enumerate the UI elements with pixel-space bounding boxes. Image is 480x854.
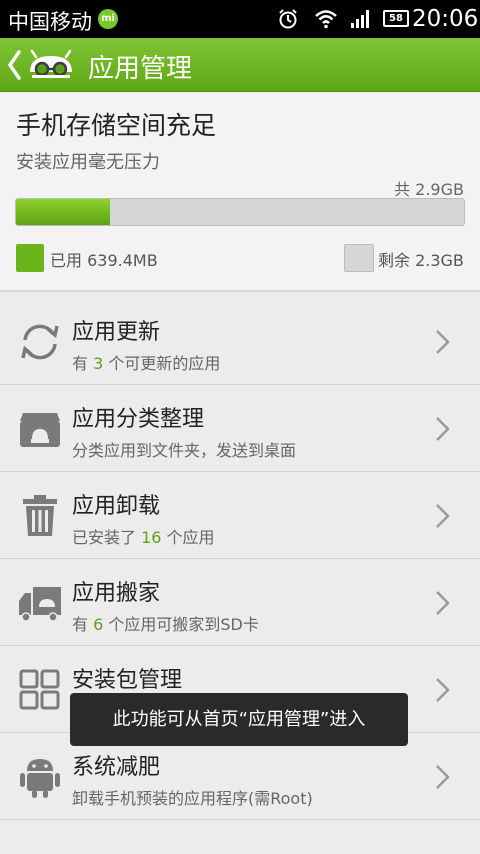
storage-total: 共 2.9GB xyxy=(394,180,464,199)
signal-icon xyxy=(351,10,369,28)
menu-item-label: 应用更新 xyxy=(72,320,161,345)
used-legend-swatch xyxy=(16,244,44,272)
page-title: 应用管理 xyxy=(88,54,193,84)
menu-item-label: 应用分类整理 xyxy=(72,407,205,432)
app-logo-icon xyxy=(30,49,72,78)
back-button[interactable] xyxy=(2,38,82,92)
truck-icon xyxy=(19,587,61,622)
menu-item-app-uninstall[interactable]: 应用卸载 已安装了 16 个应用 xyxy=(0,472,480,559)
menu-item-app-move[interactable]: 应用搬家 有 6 个应用可搬家到SD卡 xyxy=(0,559,480,646)
menu-item-label: 系统减肥 xyxy=(72,755,161,780)
chevron-right-icon xyxy=(436,417,450,441)
menu-item-desc: 有 6 个应用可搬家到SD卡 xyxy=(72,615,259,634)
android-icon xyxy=(20,759,60,798)
menu-item-system-slim[interactable]: 系统减肥 卸载手机预装的应用程序(需Root) xyxy=(0,733,480,820)
storage-summary: 手机存储空间充足 安装应用毫无压力 共 2.9GB 已用 639.4MB 剩余 … xyxy=(0,92,480,292)
menu-item-label: 安装包管理 xyxy=(72,668,183,693)
chevron-right-icon xyxy=(436,330,450,354)
storage-subtext: 安装应用毫无压力 xyxy=(16,152,160,173)
storage-usage-bar xyxy=(15,198,465,226)
refresh-icon xyxy=(21,324,59,360)
free-legend-label: 剩余 2.3GB xyxy=(378,251,464,270)
used-legend-label: 已用 639.4MB xyxy=(50,251,158,270)
carrier-label: 中国移动 xyxy=(8,10,92,34)
grid-icon xyxy=(19,669,60,710)
chevron-right-icon xyxy=(436,765,450,789)
toast-message: 此功能可从首页“应用管理”进入 xyxy=(70,693,408,746)
wifi-icon xyxy=(315,10,337,29)
menu-item-app-categorize[interactable]: 应用分类整理 分类应用到文件夹，发送到桌面 xyxy=(0,385,480,472)
mi-icon: mi xyxy=(98,9,118,29)
storage-used-fill xyxy=(16,199,111,225)
menu-item-label: 应用搬家 xyxy=(72,581,161,606)
trash-icon xyxy=(23,495,57,536)
menu-item-desc: 卸载手机预装的应用程序(需Root) xyxy=(72,789,313,808)
menu-item-desc: 分类应用到文件夹，发送到桌面 xyxy=(72,441,297,460)
menu-item-app-update[interactable]: 应用更新 有 3 个可更新的应用 xyxy=(0,298,480,385)
storage-headline: 手机存储空间充足 xyxy=(16,111,217,140)
folder-box-icon xyxy=(20,413,60,447)
clock: 20:06 xyxy=(412,6,479,32)
free-legend-swatch xyxy=(344,244,374,272)
title-bar: 应用管理 xyxy=(0,38,480,92)
menu-item-desc: 已安装了 16 个应用 xyxy=(72,528,215,547)
chevron-right-icon xyxy=(436,678,450,702)
chevron-right-icon xyxy=(436,591,450,615)
battery-icon: 58 xyxy=(383,10,409,27)
menu-item-label: 应用卸载 xyxy=(72,494,161,519)
status-bar: 中国移动 mi 58 20:06 xyxy=(0,0,480,38)
menu-item-desc: 有 3 个可更新的应用 xyxy=(72,354,221,373)
alarm-icon xyxy=(279,9,297,29)
chevron-right-icon xyxy=(436,504,450,528)
